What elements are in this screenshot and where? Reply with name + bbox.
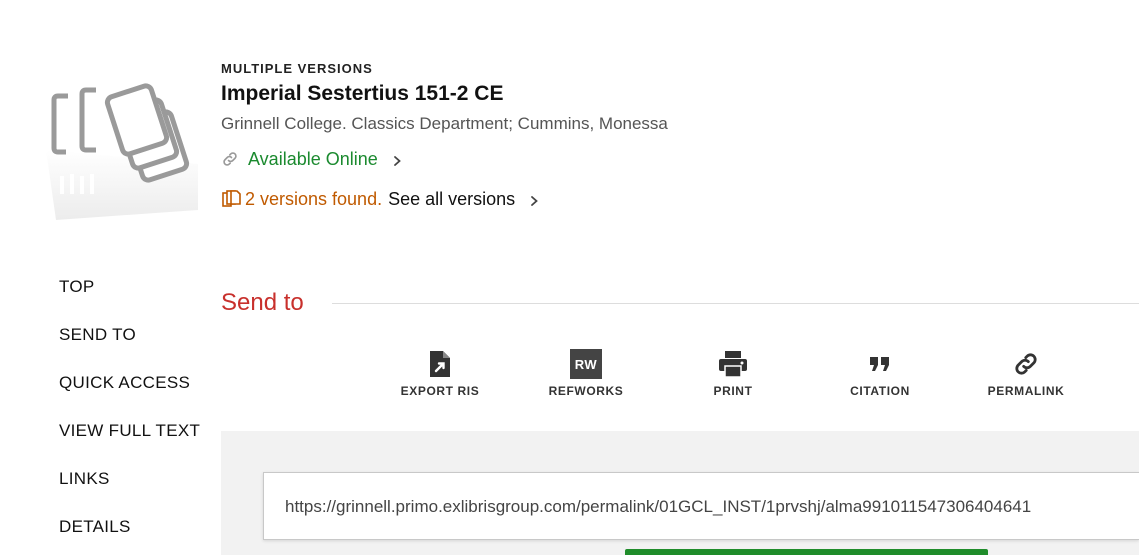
export-ris-label: EXPORT RIS: [400, 384, 480, 398]
nav-item-top[interactable]: TOP: [59, 274, 219, 322]
print-button[interactable]: PRINT: [678, 348, 788, 398]
send-to-heading: Send to: [221, 289, 304, 316]
link-icon: [1015, 353, 1037, 375]
export-file-icon: [430, 351, 450, 377]
versions-count: 2 versions found.: [245, 188, 383, 209]
send-to-actions: EXPORT RIS RW REFWORKS PRINT CITATION PE…: [0, 348, 1139, 408]
citation-button[interactable]: CITATION: [825, 348, 935, 398]
refworks-button[interactable]: RW REFWORKS: [531, 348, 641, 398]
see-all-versions-label: See all versions: [388, 188, 516, 209]
refworks-icon: RW: [570, 349, 602, 379]
section-nav: TOP SEND TO QUICK ACCESS VIEW FULL TEXT …: [59, 274, 219, 555]
permalink-button[interactable]: PERMALINK: [971, 348, 1081, 398]
versions-icon: [221, 189, 243, 209]
refworks-label: REFWORKS: [548, 384, 624, 398]
link-icon: [221, 150, 239, 168]
section-divider: [332, 303, 1139, 304]
quote-icon: [870, 357, 889, 371]
documents-stack-icon: [46, 83, 198, 220]
citation-label: CITATION: [850, 384, 910, 398]
availability-text: Available Online: [248, 148, 378, 169]
record-title[interactable]: Imperial Sestertius 151-2 CE: [221, 82, 1101, 106]
nav-item-details[interactable]: DETAILS: [59, 514, 219, 555]
available-online-link[interactable]: Available Online: [221, 146, 1101, 172]
see-all-versions-link[interactable]: See all versions: [388, 189, 541, 210]
export-ris-button[interactable]: EXPORT RIS: [385, 348, 495, 398]
print-label: PRINT: [713, 384, 753, 398]
copy-permalink-button[interactable]: [625, 549, 988, 555]
nav-item-view-full-text[interactable]: VIEW FULL TEXT: [59, 418, 219, 466]
record-header: MULTIPLE VERSIONS Imperial Sestertius 15…: [221, 61, 1101, 212]
chevron-right-icon: [390, 152, 404, 166]
permalink-label: PERMALINK: [987, 384, 1065, 398]
record-author: Grinnell College. Classics Department; C…: [221, 114, 668, 133]
record-page: MULTIPLE VERSIONS Imperial Sestertius 15…: [0, 0, 1139, 555]
chevron-right-icon: [527, 192, 541, 206]
printer-icon: [719, 351, 747, 378]
multiple-versions-thumbnail: [46, 80, 198, 220]
resource-type-label: MULTIPLE VERSIONS: [221, 61, 373, 76]
versions-row: 2 versions found. See all versions: [221, 186, 1101, 212]
permalink-url-field[interactable]: https://grinnell.primo.exlibrisgroup.com…: [263, 472, 1139, 540]
nav-item-links[interactable]: LINKS: [59, 466, 219, 514]
